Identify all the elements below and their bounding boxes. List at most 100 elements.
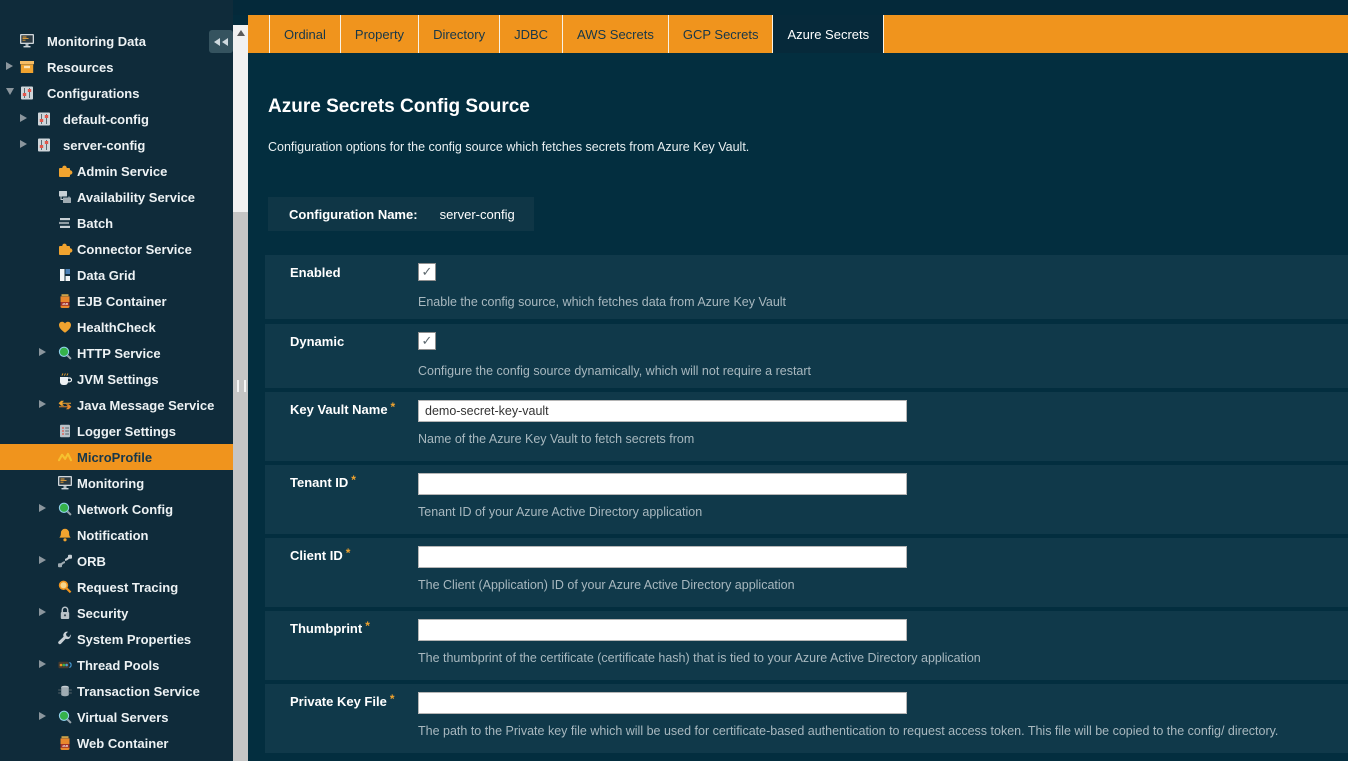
tab-directory[interactable]: Directory: [418, 15, 499, 53]
field-hint: The Client (Application) ID of your Azur…: [418, 578, 795, 592]
private-key-file-input[interactable]: [418, 692, 907, 714]
thumbprint-input[interactable]: [418, 619, 907, 641]
wrench-icon: [57, 631, 73, 647]
form-row-client-id: Client ID*The Client (Application) ID of…: [265, 538, 1348, 607]
sidebar-item-orb[interactable]: ORB: [0, 548, 233, 574]
sidebar-item-monitoring-data[interactable]: Monitoring Data: [0, 28, 233, 54]
sidebar-item-notification[interactable]: Notification: [0, 522, 233, 548]
scrollbar-thumb[interactable]: [233, 212, 248, 761]
sidebar-item-thread-pools[interactable]: Thread Pools: [0, 652, 233, 678]
expand-arrow-icon[interactable]: [6, 62, 13, 70]
main-content: Azure Secrets Config Source Configuratio…: [248, 53, 1348, 761]
sidebar-scrollbar[interactable]: [233, 25, 248, 761]
expand-arrow-icon[interactable]: [39, 660, 46, 668]
sidebar-item-label: Batch: [77, 216, 113, 231]
expand-arrow-icon[interactable]: [20, 114, 27, 122]
tab-jdbc[interactable]: JDBC: [499, 15, 562, 53]
sidebar-item-label: Network Config: [77, 502, 173, 517]
sidebar-item-label: Virtual Servers: [77, 710, 169, 725]
field-label: Thumbprint*: [290, 621, 370, 636]
field-hint: Name of the Azure Key Vault to fetch sec…: [418, 432, 694, 446]
sidebar-item-resources[interactable]: Resources: [0, 54, 233, 80]
sidebar-item-transaction-service[interactable]: Transaction Service: [0, 678, 233, 704]
field-hint: Enable the config source, which fetches …: [418, 295, 786, 309]
tab-bar: OrdinalPropertyDirectoryJDBCAWS SecretsG…: [248, 15, 1348, 53]
microprofile-icon: [57, 449, 73, 465]
sidebar-item-connector-service[interactable]: Connector Service: [0, 236, 233, 262]
sidebar-item-request-tracing[interactable]: Request Tracing: [0, 574, 233, 600]
jar-icon: JAR: [57, 293, 73, 309]
sidebar-item-jvm-settings[interactable]: JVM Settings: [0, 366, 233, 392]
tab-gcp-secrets[interactable]: GCP Secrets: [668, 15, 773, 53]
sidebar-item-label: Monitoring: [77, 476, 144, 491]
sidebar-item-label: Resources: [47, 60, 113, 75]
sidebar-item-label: HealthCheck: [77, 320, 156, 335]
field-label: Dynamic: [290, 334, 344, 349]
field-hint: The thumbprint of the certificate (certi…: [418, 651, 981, 665]
enabled-checkbox[interactable]: ✓: [418, 263, 436, 281]
form-row-private-key-file: Private Key File*The path to the Private…: [265, 684, 1348, 753]
sidebar-item-logger-settings[interactable]: Logger Settings: [0, 418, 233, 444]
sidebar-item-label: Request Tracing: [77, 580, 178, 595]
spools-icon: [57, 657, 73, 673]
sidebar-item-batch[interactable]: Batch: [0, 210, 233, 236]
sidebar-item-availability-service[interactable]: Availability Service: [0, 184, 233, 210]
expand-arrow-icon[interactable]: [39, 348, 46, 356]
sidebar-item-label: Transaction Service: [77, 684, 200, 699]
jms-icon: [57, 397, 73, 413]
sidebar-item-label: Java Message Service: [77, 398, 214, 413]
sidebar-collapse-button[interactable]: [209, 30, 233, 53]
sidebar-item-ejb-container[interactable]: JAR EJB Container: [0, 288, 233, 314]
sidebar-item-microprofile[interactable]: MicroProfile: [0, 444, 233, 470]
sidebar-item-data-grid[interactable]: Data Grid: [0, 262, 233, 288]
sidebar-item-virtual-servers[interactable]: Virtual Servers: [0, 704, 233, 730]
expand-arrow-icon[interactable]: [20, 140, 27, 148]
field-label: Enabled: [290, 265, 341, 280]
sidebar-item-label: Thread Pools: [77, 658, 159, 673]
globe-icon: [57, 709, 73, 725]
sidebar-item-admin-service[interactable]: Admin Service: [0, 158, 233, 184]
sidebar-item-security[interactable]: Security: [0, 600, 233, 626]
sidebar-item-network-config[interactable]: Network Config: [0, 496, 233, 522]
key-vault-name-input[interactable]: [418, 400, 907, 422]
expand-arrow-icon[interactable]: [39, 504, 46, 512]
arrow-up-icon: [237, 30, 245, 36]
form-row-key-vault-name: Key Vault Name*Name of the Azure Key Vau…: [265, 392, 1348, 461]
dynamic-checkbox[interactable]: ✓: [418, 332, 436, 350]
form-row-dynamic: Dynamic✓Configure the config source dyna…: [265, 324, 1348, 388]
field-hint: The path to the Private key file which w…: [418, 724, 1278, 738]
sidebar-item-default-config[interactable]: default-config: [0, 106, 233, 132]
sidebar-item-web-container[interactable]: JARWeb Container: [0, 730, 233, 756]
collapse-arrow-icon[interactable]: [6, 88, 14, 95]
field-hint: Tenant ID of your Azure Active Directory…: [418, 505, 702, 519]
monitor-icon: [57, 475, 73, 491]
expand-arrow-icon[interactable]: [39, 556, 46, 564]
sidebar-item-monitoring[interactable]: Monitoring: [0, 470, 233, 496]
expand-arrow-icon[interactable]: [39, 608, 46, 616]
sidebar-item-healthcheck[interactable]: HealthCheck: [0, 314, 233, 340]
tenant-id-input[interactable]: [418, 473, 907, 495]
expand-arrow-icon[interactable]: [39, 712, 46, 720]
client-id-input[interactable]: [418, 546, 907, 568]
coffee-icon: [57, 371, 73, 387]
field-label: Tenant ID*: [290, 475, 356, 490]
sidebar-item-server-config[interactable]: server-config: [0, 132, 233, 158]
sidebar-item-label: Data Grid: [77, 268, 136, 283]
tab-aws-secrets[interactable]: AWS Secrets: [562, 15, 668, 53]
scrollbar-up-button[interactable]: [233, 25, 248, 40]
sidebar-item-label: Configurations: [47, 86, 139, 101]
tab-property[interactable]: Property: [340, 15, 418, 53]
heart-icon: [57, 319, 73, 335]
lock-icon: [57, 605, 73, 621]
sidebar-item-system-properties[interactable]: System Properties: [0, 626, 233, 652]
jar-icon: JAR: [57, 735, 73, 751]
datagrid-icon: [57, 267, 73, 283]
sidebar-item-configurations[interactable]: Configurations: [0, 80, 233, 106]
sidebar-item-http-service[interactable]: HTTP Service: [0, 340, 233, 366]
sidebar-item-java-message-service[interactable]: Java Message Service: [0, 392, 233, 418]
tab-ordinal[interactable]: Ordinal: [269, 15, 340, 53]
expand-arrow-icon[interactable]: [39, 400, 46, 408]
sidebar-item-label: EJB Container: [77, 294, 167, 309]
tab-azure-secrets[interactable]: Azure Secrets: [772, 15, 884, 53]
configuration-name-value: server-config: [440, 207, 515, 222]
